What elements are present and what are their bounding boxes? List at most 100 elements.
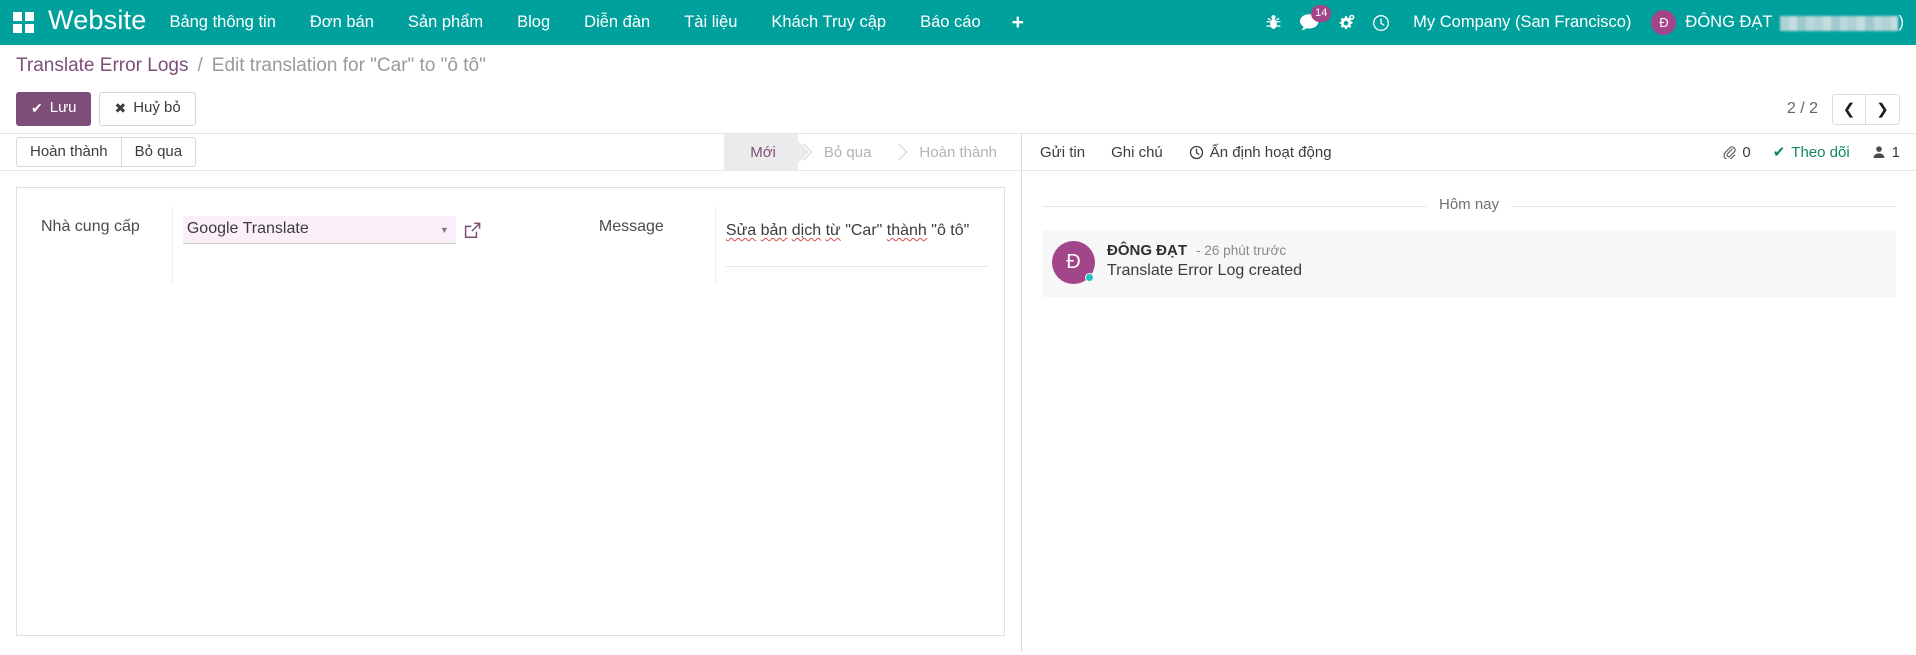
cancel-button[interactable]: ✖ Huỷ bỏ (99, 92, 195, 126)
provider-field-label: Nhà cung cấp (17, 206, 172, 284)
breadcrumb-separator: / (197, 55, 202, 77)
provider-input[interactable] (183, 216, 456, 244)
pager-previous-button[interactable]: ❮ (1832, 94, 1866, 125)
main-menu: Bảng thông tin Đơn bán Sản phẩm Blog Diễ… (152, 0, 1037, 45)
pager: 2 / 2 ❮ ❯ (1787, 94, 1900, 125)
menu-item-products[interactable]: Sản phẩm (391, 0, 500, 45)
chat-bubble-icon[interactable]: 14 (1291, 0, 1327, 45)
message-literal: "ô tô" (927, 222, 970, 239)
app-brand-website[interactable]: Website (46, 7, 152, 38)
cancel-button-label: Huỷ bỏ (133, 100, 181, 117)
message-literal: "Car" (841, 222, 887, 239)
pager-next-button[interactable]: ❯ (1866, 94, 1900, 125)
paperclip-icon (1722, 145, 1736, 159)
day-separator: Hôm nay (1042, 196, 1896, 216)
control-panel: ✔ Lưu ✖ Huỷ bỏ 2 / 2 ❮ ❯ (0, 85, 1916, 133)
grid-cell (13, 12, 22, 21)
check-icon: ✔ (1773, 143, 1786, 161)
form-group-main: Nhà cung cấp ▼ (17, 206, 1004, 284)
breadcrumb-parent-link[interactable]: Translate Error Logs (16, 55, 188, 77)
chatter: Gửi tin Ghi chú Ấn định hoạt động (1022, 134, 1916, 652)
menu-item-reporting[interactable]: Báo cáo (903, 0, 998, 45)
message-timestamp[interactable]: - 26 phút trước (1196, 243, 1286, 258)
chatter-stats: 0 ✔ Theo dõi 1 (1700, 143, 1900, 161)
add-menu-button[interactable]: + (998, 0, 1038, 45)
save-button-label: Lưu (50, 100, 77, 117)
form-sheet-area: Hoàn thành Bỏ qua Mới Bỏ qua Hoàn thành … (0, 134, 1022, 652)
grid-cell (25, 24, 34, 33)
day-separator-label: Hôm nay (1427, 196, 1511, 213)
stage-new-label: Mới (750, 144, 776, 161)
pager-value: 2 / 2 (1787, 100, 1818, 118)
stage-skipped-label: Bỏ qua (824, 144, 872, 161)
message-text: Translate Error Log created (1107, 262, 1302, 280)
avatar-initial: Đ (1066, 251, 1080, 274)
provider-field-cell: ▼ (172, 206, 575, 284)
message-item: Đ ĐÔNG ĐẠT - 26 phút trước Translate Err… (1042, 230, 1896, 297)
user-icon (1872, 145, 1886, 159)
user-name-trailing: ) (1899, 13, 1905, 32)
schedule-activity-label: Ấn định hoạt động (1210, 144, 1332, 161)
schedule-activity-button[interactable]: Ấn định hoạt động (1176, 144, 1345, 161)
stage-skipped[interactable]: Bỏ qua (798, 134, 894, 170)
followers-counter[interactable]: 1 (1850, 144, 1900, 161)
breadcrumb: Translate Error Logs / Edit translation … (0, 47, 1916, 85)
message-meta: ĐÔNG ĐẠT - 26 phút trước (1107, 242, 1302, 259)
clock-activity-icon[interactable] (1363, 0, 1399, 45)
attachments-counter[interactable]: 0 (1700, 144, 1750, 161)
status-pipeline: Mới Bỏ qua Hoàn thành (724, 134, 1021, 170)
user-name: ĐÔNG ĐẠT (1685, 13, 1772, 32)
gears-icon[interactable] (1327, 0, 1363, 45)
apps-grid-glyph (13, 12, 34, 33)
avatar: Đ (1052, 241, 1095, 284)
user-menu[interactable]: Đ ĐÔNG ĐẠT ) (1647, 10, 1904, 35)
message-word: Sửa (726, 222, 756, 239)
grid-cell (13, 24, 22, 33)
statusbar-buttons: Hoàn thành Bỏ qua (0, 134, 196, 170)
chevron-right-icon: ❯ (1876, 100, 1889, 118)
form-view: Hoàn thành Bỏ qua Mới Bỏ qua Hoàn thành … (0, 133, 1916, 652)
message-word: từ (826, 222, 841, 239)
following-toggle[interactable]: ✔ Theo dõi (1751, 143, 1850, 161)
log-note-button[interactable]: Ghi chú (1098, 144, 1176, 161)
menu-item-forum[interactable]: Diễn đàn (567, 0, 667, 45)
save-button[interactable]: ✔ Lưu (16, 92, 91, 126)
message-word: thành (887, 222, 927, 239)
company-switcher[interactable]: My Company (San Francisco) (1399, 13, 1647, 32)
avatar: Đ (1651, 10, 1676, 35)
sheet: Nhà cung cấp ▼ (16, 187, 1005, 636)
skip-button[interactable]: Bỏ qua (122, 137, 197, 167)
check-icon: ✔ (31, 101, 43, 116)
sheet-wrapper: Nhà cung cấp ▼ (0, 171, 1021, 652)
message-body: ĐÔNG ĐẠT - 26 phút trước Translate Error… (1107, 241, 1302, 284)
grid-cell (25, 12, 34, 21)
menu-item-sales-orders[interactable]: Đơn bán (293, 0, 391, 45)
message-word: bản (761, 222, 788, 239)
provider-many2one: ▼ (183, 216, 561, 244)
breadcrumb-current-record: Edit translation for "Car" to "ô tô" (212, 55, 486, 77)
statusbar: Hoàn thành Bỏ qua Mới Bỏ qua Hoàn thành (0, 134, 1021, 171)
times-icon: ✖ (114, 101, 126, 116)
menu-item-visitors[interactable]: Khách Truy cập (754, 0, 903, 45)
stage-done[interactable]: Hoàn thành (893, 134, 1019, 170)
menu-item-dashboard[interactable]: Bảng thông tin (152, 0, 292, 45)
apps-grid-icon[interactable] (0, 0, 46, 45)
menu-item-documents[interactable]: Tài liệu (667, 0, 754, 45)
message-field-value[interactable]: Sửa bản dịch từ "Car" thành "ô tô" (726, 216, 988, 267)
message-author: ĐÔNG ĐẠT (1107, 242, 1187, 259)
message-field-label: Message (575, 206, 715, 284)
external-link-icon[interactable] (463, 221, 482, 240)
send-message-button[interactable]: Gửi tin (1040, 144, 1098, 161)
attachment-count: 0 (1742, 144, 1750, 161)
following-label: Theo dõi (1791, 144, 1849, 161)
chatter-topbar: Gửi tin Ghi chú Ấn định hoạt động (1022, 134, 1916, 171)
stage-new[interactable]: Mới (724, 134, 798, 170)
bug-icon[interactable] (1255, 0, 1291, 45)
menu-item-blog[interactable]: Blog (500, 0, 567, 45)
top-navbar: Website Bảng thông tin Đơn bán Sản phẩm … (0, 0, 1916, 45)
message-field-cell: Sửa bản dịch từ "Car" thành "ô tô" (715, 206, 1004, 284)
mark-done-button[interactable]: Hoàn thành (16, 137, 122, 167)
chevron-left-icon: ❮ (1843, 100, 1856, 118)
clock-icon (1189, 145, 1204, 160)
stage-done-label: Hoàn thành (919, 144, 997, 161)
